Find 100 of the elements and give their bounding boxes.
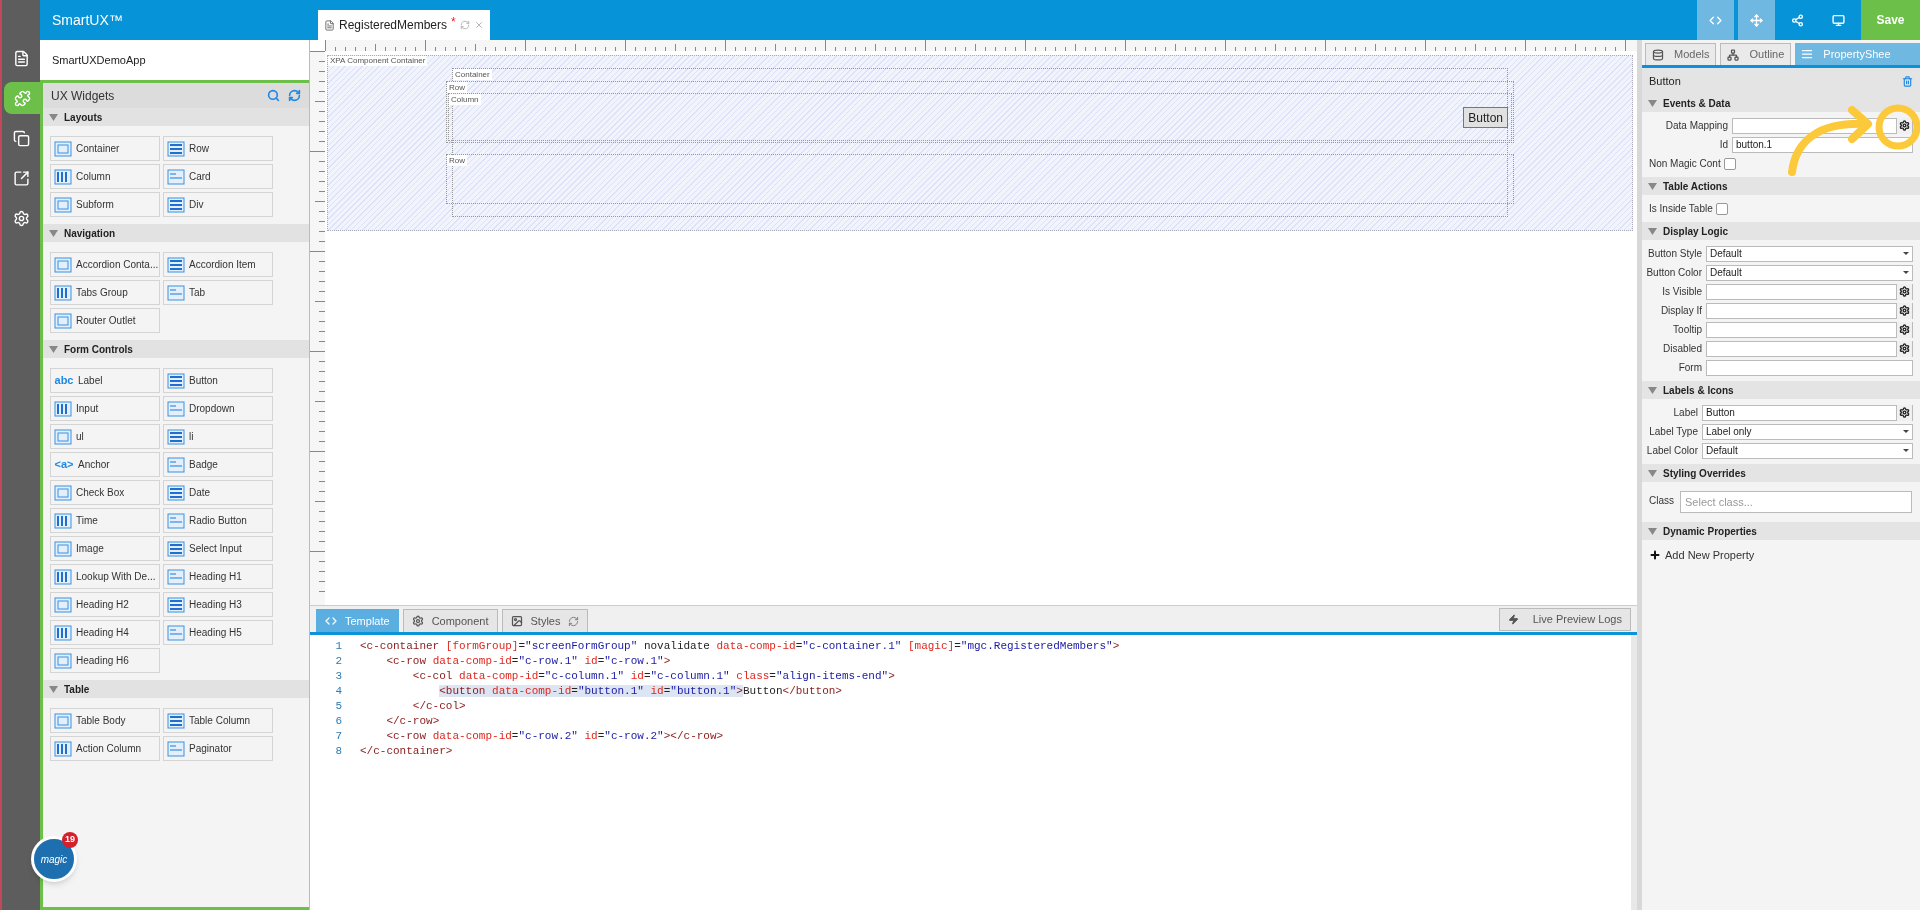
collapse-caret-icon[interactable] bbox=[1648, 227, 1657, 235]
widget-tile[interactable]: Input bbox=[50, 396, 160, 421]
gear-button[interactable] bbox=[1896, 283, 1912, 300]
close-icon[interactable] bbox=[473, 20, 484, 30]
editor-tab[interactable]: Component bbox=[402, 609, 498, 632]
widget-tile[interactable]: li bbox=[163, 424, 273, 449]
panel-tab[interactable]: Models bbox=[1645, 43, 1717, 65]
widget-tile[interactable]: Heading H4 bbox=[50, 620, 160, 645]
select-field[interactable]: Default bbox=[1706, 245, 1913, 262]
checkbox[interactable] bbox=[1723, 157, 1736, 170]
group-header[interactable]: Table bbox=[43, 680, 309, 698]
gear-button[interactable] bbox=[1896, 321, 1912, 338]
gear-button[interactable] bbox=[1896, 117, 1912, 134]
section-header[interactable]: Dynamic Properties bbox=[1642, 522, 1920, 540]
widget-tile[interactable]: Image bbox=[50, 536, 160, 561]
layout-row[interactable]: Row bbox=[446, 154, 1514, 204]
refresh-icon[interactable] bbox=[459, 20, 470, 30]
widget-tile[interactable]: Date bbox=[163, 480, 273, 505]
widget-tile[interactable]: Router Outlet bbox=[50, 308, 160, 333]
widget-tile[interactable]: Check Box bbox=[50, 480, 160, 505]
widget-tile[interactable]: Action Column bbox=[50, 736, 160, 761]
widget-tile[interactable]: Tabs Group bbox=[50, 280, 160, 305]
collapse-caret-icon[interactable] bbox=[49, 113, 58, 121]
widget-tile[interactable]: Table Column bbox=[163, 708, 273, 733]
panel-tab[interactable]: Outline bbox=[1720, 43, 1792, 65]
widget-tile[interactable]: Card bbox=[163, 164, 273, 189]
widget-tile[interactable]: Container bbox=[50, 136, 160, 161]
widget-icon bbox=[167, 284, 185, 301]
text-field[interactable] bbox=[1706, 340, 1913, 357]
section-header[interactable]: Styling Overrides bbox=[1642, 464, 1920, 482]
layout-column[interactable]: Column Button bbox=[448, 93, 1512, 141]
collapse-caret-icon[interactable] bbox=[49, 229, 58, 237]
select-field[interactable]: Label only bbox=[1702, 423, 1913, 440]
select-field[interactable]: Default bbox=[1706, 264, 1913, 281]
select-field[interactable]: Default bbox=[1702, 442, 1913, 459]
collapse-caret-icon[interactable] bbox=[1648, 99, 1657, 107]
editor-tab[interactable]: RegisteredMembers * bbox=[318, 10, 490, 40]
widget-tile[interactable]: Button bbox=[163, 368, 273, 393]
class-select-field[interactable]: Select class... bbox=[1680, 491, 1912, 513]
collapse-caret-icon[interactable] bbox=[1648, 386, 1657, 394]
widget-tile[interactable]: Table Body bbox=[50, 708, 160, 733]
widget-tile[interactable]: Row bbox=[163, 136, 273, 161]
widget-tile[interactable]: Tab bbox=[163, 280, 273, 305]
preview-button[interactable]: Button bbox=[1463, 107, 1508, 128]
component-container[interactable]: XPA Component Container Container Row Column Button Row bbox=[327, 55, 1633, 231]
text-field[interactable]: Button bbox=[1702, 404, 1913, 421]
widget-icon bbox=[167, 740, 185, 757]
collapse-caret-icon[interactable] bbox=[1648, 527, 1657, 535]
collapse-caret-icon[interactable] bbox=[49, 685, 58, 693]
share-icon bbox=[12, 169, 30, 187]
collapse-caret-icon[interactable] bbox=[49, 345, 58, 353]
section-header[interactable]: Labels & Icons bbox=[1642, 381, 1920, 399]
widget-tile[interactable]: Lookup With De... bbox=[50, 564, 160, 589]
widget-tile[interactable]: <a> Anchor bbox=[50, 452, 160, 477]
gear-button[interactable] bbox=[1896, 404, 1912, 421]
text-field[interactable] bbox=[1706, 321, 1913, 338]
widget-tile[interactable]: Column bbox=[50, 164, 160, 189]
rail-button[interactable] bbox=[4, 82, 40, 114]
widget-tile[interactable]: Paginator bbox=[163, 736, 273, 761]
trash-icon[interactable] bbox=[1902, 75, 1913, 87]
widget-tile[interactable]: Accordion Conta... bbox=[50, 252, 160, 277]
widget-tile[interactable]: Subform bbox=[50, 192, 160, 217]
gear-button[interactable] bbox=[1896, 302, 1912, 319]
widget-tile[interactable]: Time bbox=[50, 508, 160, 533]
refresh-icon[interactable] bbox=[288, 89, 301, 102]
widget-tile[interactable]: abc Label bbox=[50, 368, 160, 393]
group-header[interactable]: Navigation bbox=[43, 224, 309, 242]
widget-tile[interactable]: Heading H5 bbox=[163, 620, 273, 645]
live-preview-button[interactable]: Live Preview Logs bbox=[1498, 608, 1631, 631]
widget-tile[interactable]: ul bbox=[50, 424, 160, 449]
gear-button[interactable] bbox=[1896, 340, 1912, 357]
widget-tile[interactable]: Heading H3 bbox=[163, 592, 273, 617]
add-property-link[interactable]: Add New Property bbox=[1642, 544, 1920, 566]
widget-icon bbox=[54, 712, 72, 729]
refresh-icon bbox=[568, 615, 580, 627]
checkbox[interactable] bbox=[1715, 202, 1728, 215]
collapse-caret-icon[interactable] bbox=[1648, 182, 1657, 190]
layout-row[interactable]: Row Column Button bbox=[446, 81, 1514, 143]
collapse-caret-icon[interactable] bbox=[1648, 469, 1657, 477]
section-header[interactable]: Display Logic bbox=[1642, 222, 1920, 240]
widget-tile[interactable]: Heading H2 bbox=[50, 592, 160, 617]
text-field[interactable] bbox=[1706, 302, 1913, 319]
section-header[interactable]: Events & Data bbox=[1642, 94, 1920, 112]
editor-tab[interactable]: Styles bbox=[501, 609, 589, 632]
widget-tile[interactable]: Heading H6 bbox=[50, 648, 160, 673]
widget-tile[interactable]: Dropdown bbox=[163, 396, 273, 421]
search-icon[interactable] bbox=[267, 89, 280, 102]
widget-icon bbox=[167, 456, 185, 473]
group-header[interactable]: Form Controls bbox=[43, 340, 309, 358]
toolbar-button[interactable] bbox=[1738, 0, 1775, 40]
widget-tile[interactable]: Accordion Item bbox=[163, 252, 273, 277]
widget-tile[interactable]: Heading H1 bbox=[163, 564, 273, 589]
group-header[interactable]: Layouts bbox=[43, 108, 309, 126]
widget-tile[interactable]: Select Input bbox=[163, 536, 273, 561]
text-field[interactable] bbox=[1706, 359, 1913, 376]
widget-tile[interactable]: Badge bbox=[163, 452, 273, 477]
text-field[interactable] bbox=[1706, 283, 1913, 300]
section-header[interactable]: Table Actions bbox=[1642, 177, 1920, 195]
widget-tile[interactable]: Radio Button bbox=[163, 508, 273, 533]
widget-tile[interactable]: Div bbox=[163, 192, 273, 217]
